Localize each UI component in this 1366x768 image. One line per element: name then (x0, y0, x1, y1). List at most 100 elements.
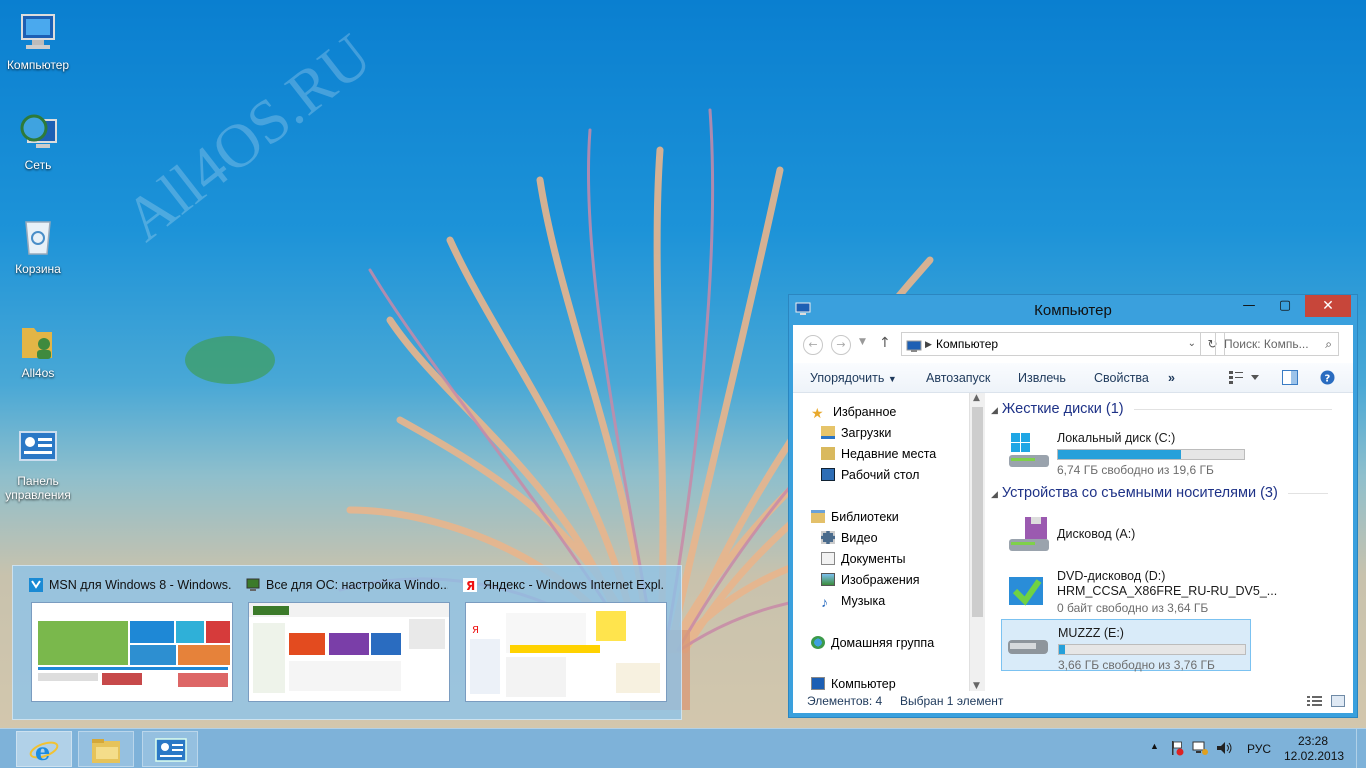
taskbar-thumbnail-popup: MSN для Windows 8 - Windows... Все для О… (12, 565, 682, 720)
forward-button[interactable]: → (831, 335, 851, 355)
thumbnail-title: Все для ОС: настройка Windo... (266, 578, 448, 592)
nav-favorites[interactable]: ★ Избранное (811, 403, 896, 421)
thumbnail-title: MSN для Windows 8 - Windows... (49, 578, 231, 592)
group-header-removable[interactable]: ◢ Устройства со съемными носителями (3) (991, 485, 1328, 501)
properties-button[interactable]: Свойства (1094, 371, 1149, 385)
nav-label: Документы (841, 552, 906, 566)
nav-documents[interactable]: Документы (821, 550, 905, 568)
nav-recent-places[interactable]: Недавние места (821, 445, 936, 463)
taskbar-explorer-button[interactable] (78, 731, 134, 767)
change-view-icon[interactable] (1229, 370, 1259, 387)
nav-desktop[interactable]: Рабочий стол (821, 466, 919, 484)
file-explorer-icon (90, 737, 124, 768)
thumbnail-msn[interactable]: MSN для Windows 8 - Windows... (27, 576, 233, 702)
back-button[interactable]: ← (803, 335, 823, 355)
desktop-icon-all4os[interactable]: All4os (0, 320, 76, 380)
drive-c[interactable]: Локальный диск (C:) 6,74 ГБ свободно из … (1001, 425, 1251, 477)
details-view-icon[interactable] (1307, 695, 1323, 710)
up-arrow-icon[interactable]: ↑ (879, 335, 891, 351)
nav-label: Загрузки (841, 426, 892, 440)
taskbar-control-panel-button[interactable] (142, 731, 198, 767)
desktop-icon-computer[interactable]: Компьютер (0, 12, 76, 72)
drive-name: Локальный диск (C:) (1057, 431, 1176, 445)
libraries-icon (811, 510, 825, 523)
drive-usage-bar (1058, 644, 1246, 655)
drive-name: MUZZZ (E:) (1058, 626, 1124, 640)
taskbar-ie-button[interactable]: e (16, 731, 72, 767)
nav-label: Рабочий стол (841, 468, 920, 482)
dvd-drive-icon (1007, 571, 1051, 614)
desktop-icon-label: All4os (21, 366, 55, 380)
thumbnail-preview (31, 602, 233, 702)
nav-video[interactable]: Видео (821, 529, 878, 547)
group-divider (1287, 492, 1328, 494)
desktop-icon-control-panel[interactable]: Панель управления (0, 428, 76, 502)
clock[interactable]: 23:28 12.02.2013 (1284, 734, 1345, 764)
show-hidden-icons-button[interactable]: ▲ (1150, 741, 1159, 751)
explorer-window: Компьютер — ▢ ✕ ← → ▼ ↑ ▶ Компьютер ⌄ ↻ … (788, 294, 1358, 718)
help-icon[interactable]: ? (1320, 370, 1335, 388)
thumbnail-yandex[interactable]: Я Яндекс - Windows Internet Expl... Я (461, 576, 667, 702)
title-bar[interactable]: Компьютер — ▢ ✕ (789, 295, 1357, 325)
group-divider (1133, 408, 1332, 410)
organize-button[interactable]: Упорядочить ▼ (810, 371, 897, 385)
input-language-indicator[interactable]: РУС (1247, 742, 1271, 756)
autoplay-button[interactable]: Автозапуск (926, 371, 990, 385)
collapse-chevron-icon: ◢ (991, 405, 998, 415)
volume-icon[interactable] (1216, 740, 1234, 759)
drive-a[interactable]: Дисковод (A:) (1001, 509, 1251, 561)
more-commands-button[interactable]: » (1168, 371, 1175, 385)
drive-name: DVD-дисковод (D:) (1057, 569, 1166, 583)
nav-label: Избранное (833, 405, 897, 419)
drive-usage-fill (1058, 450, 1181, 459)
thumbnail-title: Яндекс - Windows Internet Expl... (483, 578, 665, 592)
address-bar[interactable]: ▶ Компьютер ⌄ (901, 332, 1201, 356)
group-header-hdd[interactable]: ◢ Жесткие диски (1) (991, 401, 1332, 417)
desktop-icon-network[interactable]: Сеть (0, 112, 76, 172)
documents-icon (821, 552, 835, 565)
eject-button[interactable]: Извлечь (1018, 371, 1066, 385)
nav-downloads[interactable]: Загрузки (821, 424, 891, 442)
system-drive-icon (1007, 431, 1051, 474)
nav-libraries[interactable]: Библиотеки (811, 508, 899, 526)
group-label: Устройства со съемными носителями (3) (1001, 485, 1278, 501)
drive-free-space: 3,66 ГБ свободно из 3,76 ГБ (1058, 658, 1215, 672)
nav-scrollbar[interactable]: ▲ ▼ (969, 393, 985, 691)
star-icon: ★ (811, 405, 824, 421)
drive-e[interactable]: MUZZZ (E:) 3,66 ГБ свободно из 3,76 ГБ (1001, 619, 1251, 672)
nav-label: Видео (841, 531, 878, 545)
nav-label: Библиотеки (831, 510, 899, 524)
group-label: Жесткие диски (1) (1001, 401, 1124, 417)
nav-music[interactable]: ♪ Музыка (821, 592, 885, 610)
drive-label: HRM_CCSA_X86FRE_RU-RU_DV5_... (1057, 584, 1278, 598)
video-icon (821, 531, 835, 544)
large-icons-view-icon[interactable] (1331, 695, 1345, 710)
address-row: ← → ▼ ↑ ▶ Компьютер ⌄ ↻ Поиск: Компь... … (793, 325, 1353, 363)
msn-butterfly-icon (29, 578, 43, 592)
nav-images[interactable]: Изображения (821, 571, 920, 589)
scroll-up-icon[interactable]: ▲ (973, 393, 980, 403)
recent-locations-chevron-icon[interactable]: ▼ (859, 337, 866, 347)
scroll-thumb[interactable] (972, 407, 983, 617)
minimize-button[interactable]: — (1235, 295, 1263, 317)
recent-places-icon (821, 447, 835, 460)
thumbnail-all4os[interactable]: Все для ОС: настройка Windo... (244, 576, 450, 702)
search-placeholder: Поиск: Компь... (1224, 337, 1309, 351)
action-center-flag-icon[interactable] (1170, 740, 1184, 759)
clock-date: 12.02.2013 (1284, 749, 1345, 763)
show-desktop-button[interactable] (1356, 729, 1366, 768)
maximize-button[interactable]: ▢ (1271, 295, 1299, 317)
drive-d[interactable]: DVD-дисковод (D:) HRM_CCSA_X86FRE_RU-RU_… (1001, 563, 1277, 615)
downloads-folder-icon (821, 426, 835, 439)
scroll-down-icon[interactable]: ▼ (973, 681, 980, 691)
network-status-icon[interactable] (1192, 740, 1208, 759)
address-dropdown-icon[interactable]: ⌄ (1188, 333, 1196, 355)
close-button[interactable]: ✕ (1305, 295, 1351, 317)
svg-text:e: e (35, 737, 50, 764)
nav-homegroup[interactable]: Домашняя группа (811, 634, 934, 652)
search-input[interactable]: Поиск: Компь... ⌕ (1215, 332, 1339, 356)
desktop-icon-label: Компьютер (6, 58, 70, 72)
organize-label: Упорядочить (810, 371, 885, 385)
desktop-icon-recycle-bin[interactable]: Корзина (0, 216, 76, 276)
preview-pane-icon[interactable] (1282, 370, 1298, 388)
